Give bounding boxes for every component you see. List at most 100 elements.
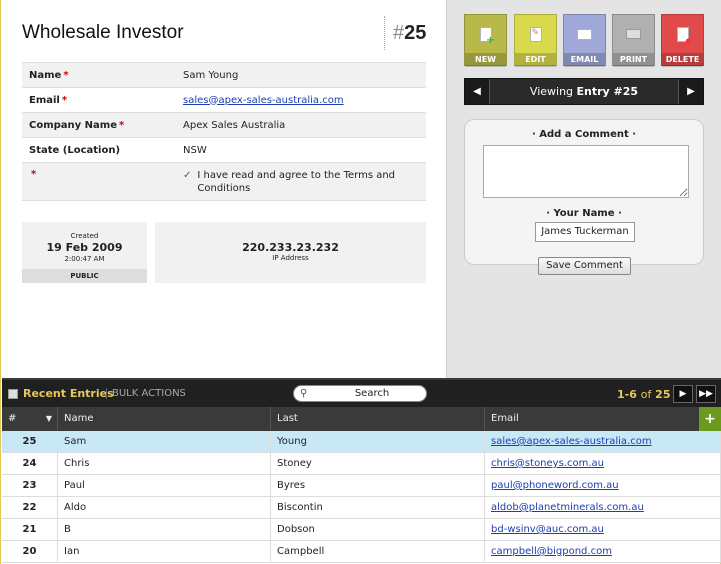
search-icon: ⚲ [300,388,308,399]
entry-navigator: ◀ Viewing Entry #25 ▶ [464,78,704,105]
entry-detail-panel: Wholesale Investor #25 Name * Sam Young E… [2,0,446,378]
column-header-label: # [8,413,17,424]
entry-fields: Name * Sam Young Email * sales@apex-sales-… [22,62,426,201]
entries-table: 25 Sam Young sales@apex-sales-australia.… [2,431,721,563]
email-link[interactable]: chris@stoneys.com.au [491,458,604,469]
search-input[interactable]: ⚲ Search [293,385,427,402]
envelope-icon [577,28,592,40]
viewing-text: Viewing [529,85,574,98]
created-info: Created 19 Feb 2009 2:00:47 AM PUBLIC [22,222,147,283]
edit-button[interactable]: EDIT [514,14,557,67]
add-comment-title: · Add a Comment · [531,129,637,140]
cell-email: aldob@planetminerals.com.au [485,497,721,518]
side-panel: NEW EDIT EMAIL PRINT DELETE ◀ Viewing En… [446,0,721,378]
table-row[interactable]: 22 Aldo Biscontin aldob@planetminerals.c… [2,497,721,519]
email-link[interactable]: aldob@planetminerals.com.au [491,502,644,513]
cell-last: Biscontin [271,497,485,518]
field-value: ✓ I have read and agree to the Terms and… [177,165,426,199]
edit-document-icon [529,26,542,42]
field-row-name: Name * Sam Young [22,63,426,88]
cell-last: Young [271,431,485,452]
cell-number: 22 [2,497,58,518]
email-button[interactable]: EMAIL [563,14,606,67]
new-document-icon [479,26,495,46]
comment-form: · Add a Comment · · Your Name · James Tu… [464,119,704,275]
required-marker: * [31,169,37,180]
field-label-text: Name [29,69,62,81]
field-value: Apex Sales Australia [183,119,286,131]
field-value: Sam Young [183,69,239,81]
column-header-number[interactable]: # ▼ [2,407,58,431]
cell-number: 20 [2,541,58,562]
app-window: Wholesale Investor #25 Name * Sam Young E… [0,0,721,564]
field-label: Name * [22,70,177,81]
recent-entries-label: Recent Entries [23,387,114,400]
sort-descending-icon: ▼ [45,414,52,423]
table-row[interactable]: 24 Chris Stoney chris@stoneys.com.au [2,453,721,475]
bulk-actions-tab[interactable]: BULK ACTIONS [106,388,186,399]
entries-icon [8,388,18,399]
required-marker: * [63,69,69,81]
previous-entry-button[interactable]: ◀ [465,79,489,104]
print-button-label: PRINT [613,53,654,67]
table-row[interactable]: 25 Sam Young sales@apex-sales-australia.… [2,431,721,453]
created-label: Created [70,232,99,240]
field-label-text: Company Name [29,119,117,131]
email-link[interactable]: campbell@bigpond.com [491,546,612,557]
your-name-title: · Your Name · [546,208,622,219]
cell-number: 23 [2,475,58,496]
pagination-info: 1-6 of 25 [617,388,670,401]
ip-address: 220.233.23.232 [242,241,339,254]
cell-last: Stoney [271,453,485,474]
visibility-badge: PUBLIC [22,269,147,283]
cell-name: B [58,519,271,540]
email-link[interactable]: sales@apex-sales-australia.com [491,436,652,447]
field-label: Company Name * [22,120,177,131]
cell-email: bd-wsinv@auc.com.au [485,519,721,540]
field-label: * [22,163,177,180]
save-comment-button[interactable]: Save Comment [538,257,631,275]
column-header-last[interactable]: Last [271,407,485,431]
field-label-text: Email [29,94,60,106]
new-button-label: NEW [465,53,506,67]
field-value: NSW [183,144,207,156]
your-name-input[interactable]: James Tuckerman [535,222,635,242]
print-button[interactable]: PRINT [612,14,655,67]
last-page-button[interactable]: ▶▶ [696,385,716,403]
field-row-email: Email * sales@apex-sales-australia.com [22,88,426,113]
add-column-button[interactable]: + [699,407,721,431]
terms-text: I have read and agree to the Terms and C… [197,169,396,194]
comment-textarea[interactable] [483,145,689,198]
new-button[interactable]: NEW [464,14,507,67]
table-row[interactable]: 21 B Dobson bd-wsinv@auc.com.au [2,519,721,541]
page-of: of [640,388,652,401]
email-link[interactable]: sales@apex-sales-australia.com [183,95,344,106]
table-row[interactable]: 20 Ian Campbell campbell@bigpond.com [2,541,721,563]
cell-name: Aldo [58,497,271,518]
entry-number-value: 25 [404,22,427,44]
next-page-button[interactable]: ▶ [673,385,693,403]
email-link[interactable]: bd-wsinv@auc.com.au [491,524,604,535]
cell-email: sales@apex-sales-australia.com [485,431,721,452]
recent-entries-tab[interactable]: Recent Entries [8,387,114,400]
cell-last: Campbell [271,541,485,562]
field-row-company: Company Name * Apex Sales Australia [22,113,426,138]
required-marker: * [61,94,68,106]
terms-agreement: ✓ I have read and agree to the Terms and… [183,169,420,195]
column-header-email[interactable]: Email [485,407,721,431]
cell-last: Byres [271,475,485,496]
cell-email: paul@phoneword.com.au [485,475,721,496]
field-row-terms: * ✓ I have read and agree to the Terms a… [22,163,426,201]
checkmark-icon: ✓ [183,169,192,181]
created-time: 2:00:47 AM [64,255,105,263]
delete-button[interactable]: DELETE [661,14,704,67]
cell-last: Dobson [271,519,485,540]
required-marker: * [118,119,125,131]
next-entry-button[interactable]: ▶ [679,79,703,104]
cell-email: campbell@bigpond.com [485,541,721,562]
email-link[interactable]: paul@phoneword.com.au [491,480,619,491]
entries-toolbar: Recent Entries BULK ACTIONS ⚲ Search 1-6… [2,378,721,407]
column-header-name[interactable]: Name [58,407,271,431]
table-row[interactable]: 23 Paul Byres paul@phoneword.com.au [2,475,721,497]
page-total: 25 [655,388,671,401]
